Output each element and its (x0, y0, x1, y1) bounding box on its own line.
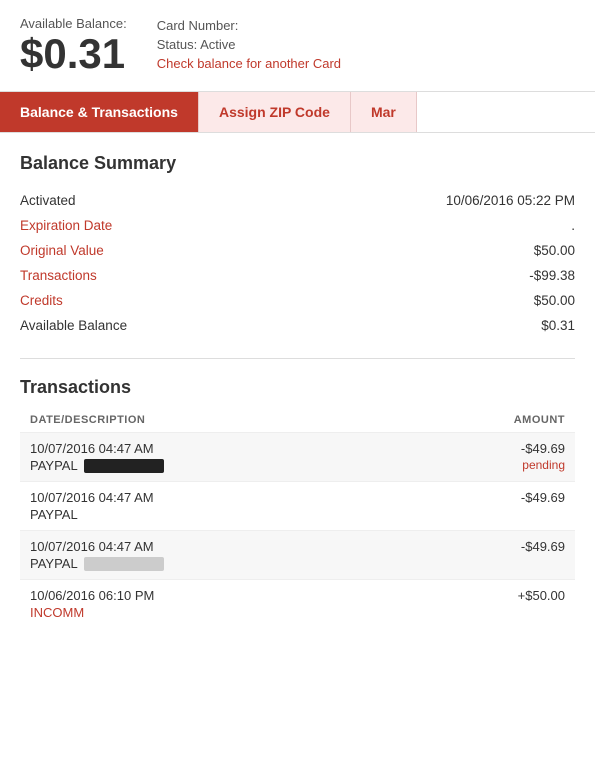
summary-row-value: 10/06/2016 05:22 PM (220, 188, 575, 213)
trans-amount: +$50.00 (518, 588, 565, 603)
trans-desc: PAYPAL (30, 458, 164, 473)
summary-row-label: Activated (20, 188, 220, 213)
trans-right: -$49.69 (521, 490, 565, 505)
tab-manage[interactable]: Mar (350, 92, 417, 132)
trans-date: 10/07/2016 04:47 AM (30, 490, 154, 505)
trans-pending-badge: pending (522, 458, 565, 472)
card-number-label: Card Number: (157, 18, 341, 33)
check-balance-link[interactable]: Check balance for another Card (157, 56, 341, 71)
col-date-label: DATE/DESCRIPTION (30, 414, 145, 426)
summary-row-label[interactable]: Original Value (20, 238, 220, 263)
tabs-bar: Balance & Transactions Assign ZIP Code M… (0, 91, 595, 133)
trans-left: 10/06/2016 06:10 PM INCOMM (30, 588, 154, 620)
col-amount-label: AMOUNT (514, 414, 565, 426)
status-label: Status: (157, 37, 197, 52)
summary-row: Expiration Date. (20, 213, 575, 238)
status-row: Status: Active (157, 37, 341, 52)
balance-summary-title: Balance Summary (20, 153, 575, 174)
summary-row: Original Value$50.00 (20, 238, 575, 263)
summary-row-label[interactable]: Expiration Date (20, 213, 220, 238)
transaction-row: 10/07/2016 04:47 AM PAYPAL -$49.69 pending (20, 432, 575, 481)
summary-row: Activated10/06/2016 05:22 PM (20, 188, 575, 213)
redacted-bar (84, 459, 164, 473)
transaction-row: 10/07/2016 04:47 AM PAYPAL -$49.69 (20, 530, 575, 579)
transactions-title: Transactions (20, 377, 575, 398)
tab-assign-zip[interactable]: Assign ZIP Code (198, 92, 350, 132)
trans-right: -$49.69 pending (521, 441, 565, 472)
section-divider (20, 358, 575, 359)
transactions-header: DATE/DESCRIPTION AMOUNT (20, 408, 575, 432)
trans-merchant: PAYPAL (30, 556, 78, 571)
transaction-row: 10/06/2016 06:10 PM INCOMM +$50.00 (20, 579, 575, 628)
trans-right: +$50.00 (518, 588, 565, 603)
content-area: Balance Summary Activated10/06/2016 05:2… (0, 133, 595, 638)
trans-date: 10/07/2016 04:47 AM (30, 539, 164, 554)
status-value: Active (200, 37, 235, 52)
trans-left: 10/07/2016 04:47 AM PAYPAL (30, 441, 164, 473)
balance-left: Available Balance: $0.31 (20, 16, 127, 77)
trans-desc: PAYPAL (30, 556, 164, 571)
balance-amount: $0.31 (20, 31, 127, 77)
tab-balance-transactions[interactable]: Balance & Transactions (0, 92, 198, 132)
card-info: Card Number: Status: Active Check balanc… (157, 16, 341, 71)
available-balance-label: Available Balance: (20, 16, 127, 31)
summary-row-label[interactable]: Credits (20, 288, 220, 313)
summary-row-value: $50.00 (220, 238, 575, 263)
trans-left: 10/07/2016 04:47 AM PAYPAL (30, 539, 164, 571)
summary-row: Credits$50.00 (20, 288, 575, 313)
trans-desc: INCOMM (30, 605, 154, 620)
transaction-row: 10/07/2016 04:47 AM PAYPAL -$49.69 (20, 481, 575, 530)
header-section: Available Balance: $0.31 Card Number: St… (0, 0, 595, 87)
trans-desc: PAYPAL (30, 507, 154, 522)
trans-left: 10/07/2016 04:47 AM PAYPAL (30, 490, 154, 522)
summary-row: Transactions-$99.38 (20, 263, 575, 288)
summary-row-value: -$99.38 (220, 263, 575, 288)
balance-summary-table: Activated10/06/2016 05:22 PMExpiration D… (20, 188, 575, 338)
redacted-bar (84, 557, 164, 571)
trans-date: 10/06/2016 06:10 PM (30, 588, 154, 603)
trans-merchant: PAYPAL (30, 458, 78, 473)
summary-row-value: . (220, 213, 575, 238)
trans-right: -$49.69 (521, 539, 565, 554)
trans-date: 10/07/2016 04:47 AM (30, 441, 164, 456)
summary-row: Available Balance$0.31 (20, 313, 575, 338)
summary-row-value: $50.00 (220, 288, 575, 313)
trans-amount: -$49.69 (521, 441, 565, 456)
transactions-list: 10/07/2016 04:47 AMPAYPAL-$49.69pending1… (20, 432, 575, 628)
trans-merchant: PAYPAL (30, 507, 78, 522)
trans-amount: -$49.69 (521, 490, 565, 505)
summary-row-label: Available Balance (20, 313, 220, 338)
summary-row-label[interactable]: Transactions (20, 263, 220, 288)
trans-amount: -$49.69 (521, 539, 565, 554)
summary-row-value: $0.31 (220, 313, 575, 338)
trans-merchant: INCOMM (30, 605, 84, 620)
